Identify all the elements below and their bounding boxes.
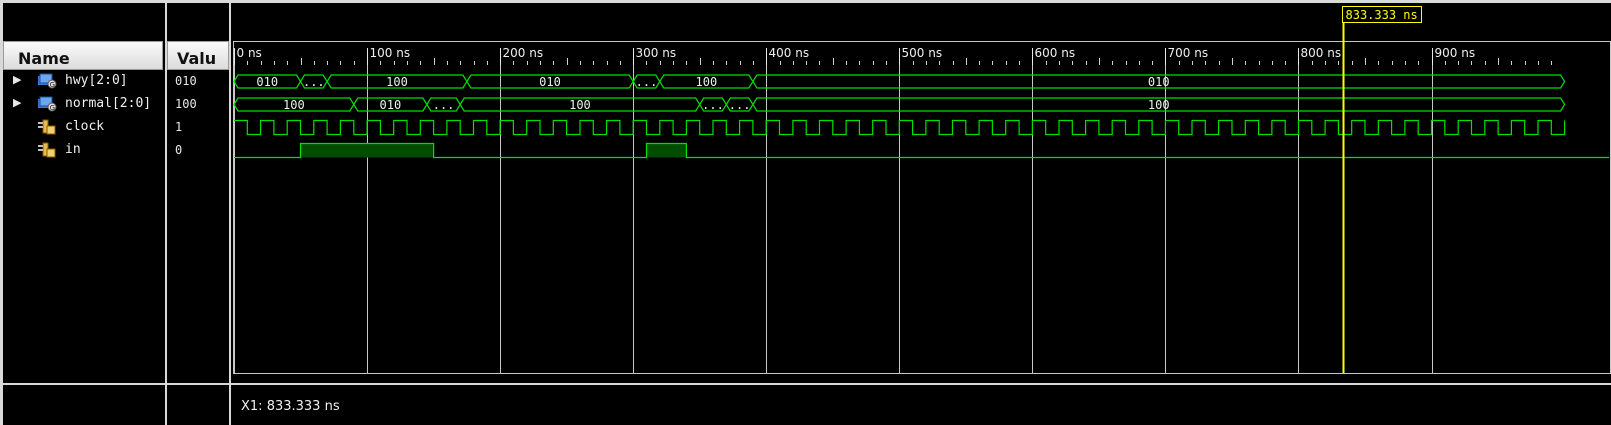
normal-segment-value: 100 (283, 98, 305, 112)
in-high-fill (646, 143, 687, 158)
hwy-segment-value: 010 (256, 75, 278, 89)
normal-segment-value: 010 (380, 98, 402, 112)
signal-value: 010 (175, 74, 197, 88)
value-column-header[interactable]: Valu (167, 41, 229, 70)
bus-vector-icon: G (37, 96, 57, 112)
signal-row[interactable]: clock (3, 116, 165, 139)
expand-arrow-icon[interactable]: ▶ (13, 73, 21, 86)
normal-segment-value: 100 (569, 98, 591, 112)
clock-wave (234, 119, 1566, 136)
logic-bit-icon (37, 119, 57, 135)
signal-row[interactable]: in (3, 139, 165, 162)
expand-arrow-icon[interactable]: ▶ (13, 96, 21, 109)
logic-bit-icon (37, 142, 57, 158)
waveform-pane[interactable]: 0 ns 100 ns 200 ns 300 ns 400 ns 500 ns 600 ns… (231, 3, 1611, 425)
normal-segment-value: ... (729, 98, 751, 112)
hwy-segment-value: ... (303, 75, 325, 89)
normal-segment-value: ... (433, 98, 455, 112)
hwy-segment-value: ... (636, 75, 658, 89)
time-tick-label: 200 ns (503, 46, 544, 60)
plot-border (233, 41, 1611, 374)
signal-value: 0 (175, 143, 183, 157)
time-tick-label: 700 ns (1168, 46, 1209, 60)
in-high-fill (300, 143, 434, 158)
waveform-canvas[interactable]: 0 ns 100 ns 200 ns 300 ns 400 ns 500 ns 600 ns… (231, 3, 1611, 425)
signal-name[interactable]: clock (65, 119, 104, 134)
name-pane-divider (3, 383, 165, 385)
name-column-header[interactable]: Name (3, 41, 163, 70)
hwy-segment-value: 010 (539, 75, 561, 89)
svg-text:G: G (50, 81, 55, 89)
bus-vector-icon: G (37, 73, 57, 89)
waveform-status-divider (231, 383, 1611, 385)
time-tick-label: 800 ns (1301, 46, 1342, 60)
hwy-segment-value: 010 (1148, 75, 1170, 89)
signal-row[interactable]: ▶ Ghwy[2:0] (3, 70, 165, 93)
normal-segment-value: ... (702, 98, 724, 112)
hwy-segment-value: 100 (386, 75, 408, 89)
time-tick-label: 600 ns (1035, 46, 1076, 60)
hwy-segment-value: 100 (696, 75, 718, 89)
signal-value-pane: Valu 010 100 1 0 (167, 3, 229, 425)
signal-name[interactable]: hwy[2:0] (65, 73, 128, 88)
normal-segment-value: 100 (1148, 98, 1170, 112)
cursor-status-text: X1: 833.333 ns (241, 399, 340, 414)
value-pane-divider (167, 383, 229, 385)
signal-value: 100 (175, 97, 197, 111)
cursor-time-label[interactable]: 833.333 ns (1341, 6, 1422, 23)
time-tick-label: 100 ns (370, 46, 411, 60)
signal-value: 1 (175, 120, 183, 134)
signal-name-pane: Name ▶ Ghwy[2:0] ▶ Gnormal[2:0] clock in (3, 3, 165, 425)
time-tick-label: 500 ns (902, 46, 943, 60)
time-tick-label: 900 ns (1435, 46, 1476, 60)
signal-name[interactable]: normal[2:0] (65, 96, 151, 111)
time-tick-label: 0 ns (237, 46, 262, 60)
in-wave (234, 142, 1609, 159)
signal-row[interactable]: ▶ Gnormal[2:0] (3, 93, 165, 116)
time-tick-label: 300 ns (636, 46, 677, 60)
svg-text:G: G (50, 104, 55, 112)
time-tick-label: 400 ns (769, 46, 810, 60)
signal-name[interactable]: in (65, 142, 81, 157)
